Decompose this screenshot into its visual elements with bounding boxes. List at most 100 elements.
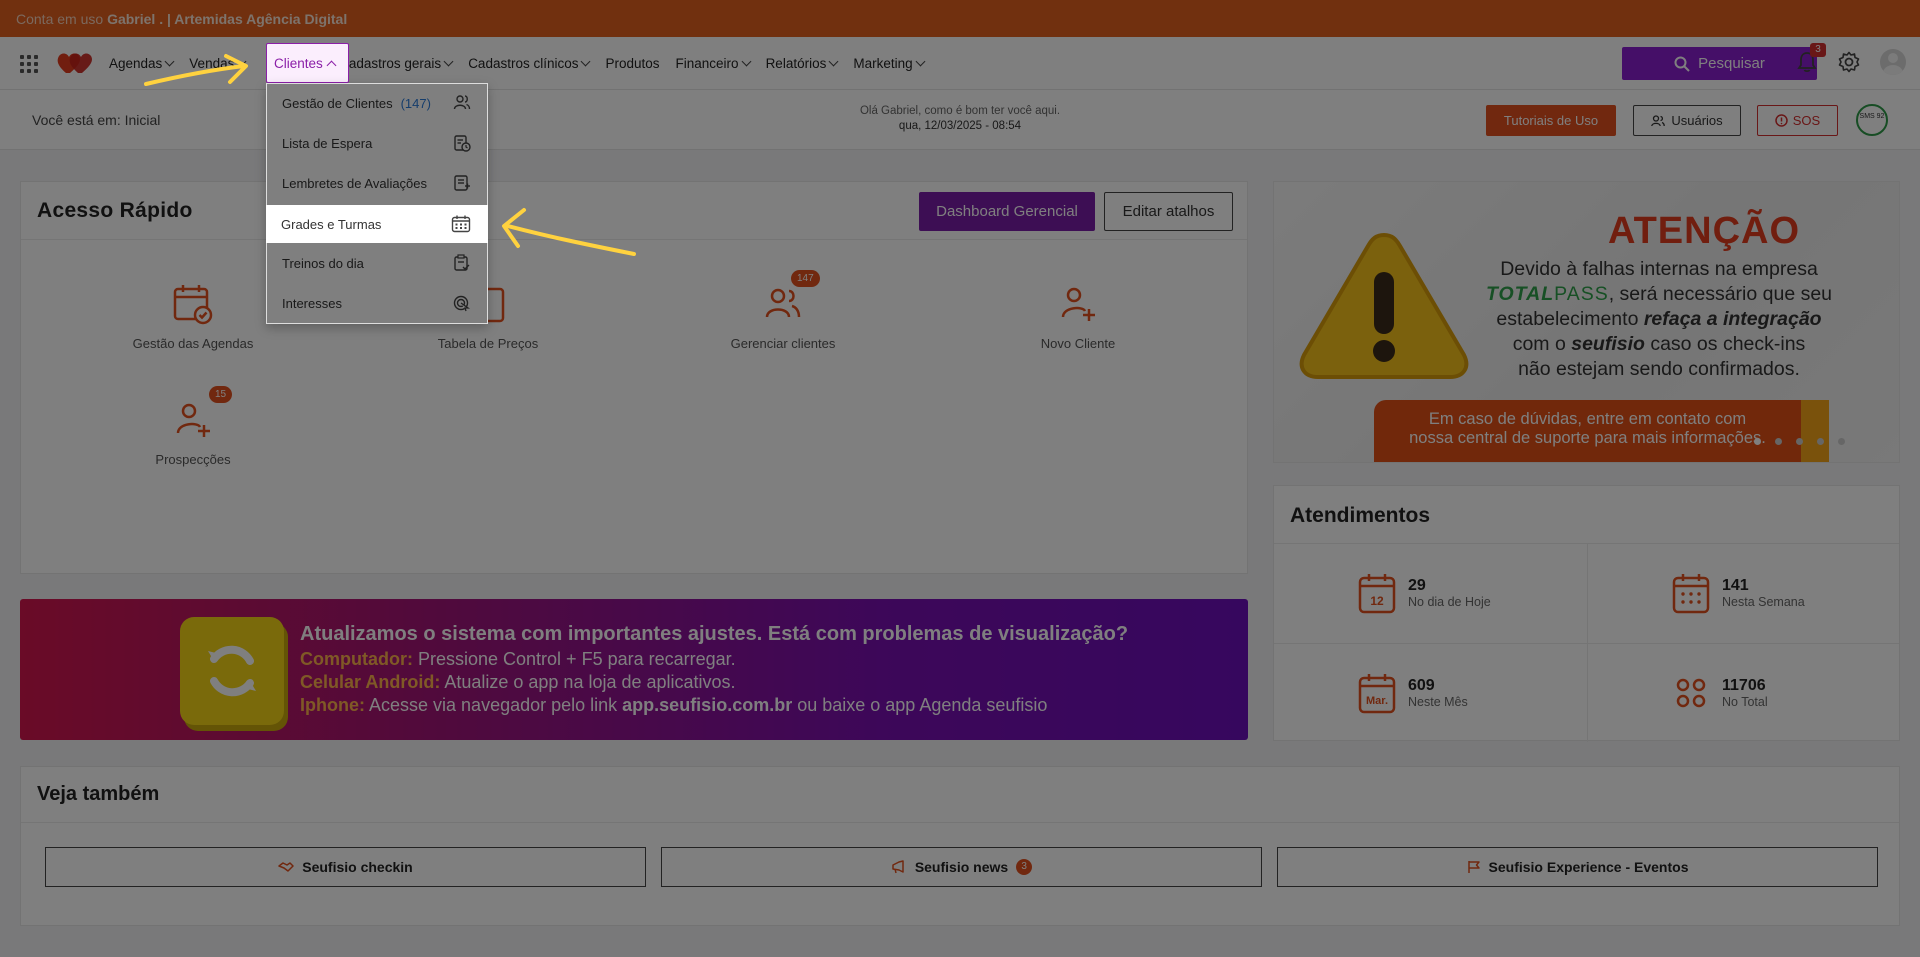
events-button[interactable]: Seufisio Experience - Eventos bbox=[1277, 847, 1878, 887]
shortcut-label: Gerenciar clientes bbox=[730, 336, 836, 351]
checkin-label: Seufisio checkin bbox=[302, 859, 413, 875]
account-prefix: Conta em uso bbox=[16, 10, 104, 27]
nav-item-cadastros-gerais[interactable]: Cadastros gerais bbox=[331, 44, 460, 84]
nav-item-cadastros-clinicos[interactable]: Cadastros clínicos bbox=[460, 44, 597, 84]
attention-title: ATENÇÃO bbox=[1607, 210, 1801, 252]
tutorials-button[interactable]: Tutoriais de Uso bbox=[1486, 105, 1616, 136]
nav-item-financeiro[interactable]: Financeiro bbox=[668, 44, 758, 84]
alert-circle-icon bbox=[1775, 114, 1788, 127]
chevron-down-icon bbox=[828, 56, 839, 67]
chevron-down-icon bbox=[443, 56, 454, 67]
news-label: Seufisio news bbox=[914, 859, 1009, 875]
edit-shortcuts-button[interactable]: Editar atalhos bbox=[1104, 192, 1233, 231]
chevron-down-icon bbox=[915, 56, 926, 67]
menu-item-grades-classes[interactable]: Grades e Turmas bbox=[266, 205, 488, 243]
carousel-dot[interactable] bbox=[1817, 438, 1824, 445]
stat-value: 141 bbox=[1722, 577, 1749, 594]
checkin-button[interactable]: Seufisio checkin bbox=[45, 847, 646, 887]
update-key: Computador: bbox=[300, 649, 413, 669]
divider bbox=[1274, 643, 1899, 644]
site-seal[interactable]: SMS 92 bbox=[1856, 104, 1888, 136]
nav-item-label: Financeiro bbox=[675, 56, 739, 71]
megaphone-icon bbox=[892, 860, 904, 874]
shortcut-prospects[interactable]: 15 Prospecções bbox=[83, 386, 303, 467]
nav-item-produtos[interactable]: Produtos bbox=[597, 44, 667, 84]
carousel-dot[interactable] bbox=[1754, 438, 1761, 445]
prospects-count-badge: 15 bbox=[209, 386, 233, 403]
attention-line-4: com o seufisio caso os check-ins bbox=[1434, 332, 1884, 357]
stat-month: Mar. 609 Neste Mês bbox=[1358, 672, 1468, 714]
current-datetime: qua, 12/03/2025 - 08:54 bbox=[898, 120, 1022, 132]
nav-item-label: Relatórios bbox=[765, 56, 827, 71]
apps-grid-icon[interactable] bbox=[20, 55, 38, 73]
calendar-month-text: Mar. bbox=[1366, 695, 1388, 707]
appointments-panel: Atendimentos 12 29 No dia de Hoje 141 Nest… bbox=[1273, 485, 1900, 742]
chevron-down-icon bbox=[741, 56, 752, 67]
attention-line: não estejam sendo confirmados. bbox=[1518, 358, 1800, 380]
update-key: Celular Android: bbox=[300, 672, 441, 692]
carousel-dot[interactable] bbox=[1775, 438, 1782, 445]
stat-value: 29 bbox=[1408, 577, 1426, 594]
shortcut-label: Prospecções bbox=[155, 452, 231, 467]
update-banner: Atualizamos o sistema com importantes aj… bbox=[20, 599, 1248, 740]
see-also-title: Veja também bbox=[37, 783, 160, 805]
update-text: ou baixe o app Agenda seufisio bbox=[792, 695, 1048, 715]
shortcut-manage-clients[interactable]: 147 Gerenciar clientes bbox=[673, 270, 893, 351]
search-label: Pesquisar bbox=[1698, 55, 1765, 72]
dashboard-button[interactable]: Dashboard Gerencial bbox=[919, 192, 1095, 231]
user-plus-icon bbox=[1061, 287, 1095, 321]
dropdown-dim bbox=[267, 84, 487, 323]
update-title: Atualizamos o sistema com importantes aj… bbox=[300, 623, 1129, 645]
brand-pass: PASS bbox=[1554, 283, 1609, 305]
see-also-panel: Veja também Seufisio checkin Seufisio ne… bbox=[20, 766, 1900, 926]
brand-logo[interactable] bbox=[56, 51, 92, 75]
update-text: Acesse via navegador pelo link bbox=[365, 695, 623, 715]
attention-banner[interactable]: ATENÇÃO Devido à falhas internas na empr… bbox=[1273, 181, 1900, 463]
news-button[interactable]: Seufisio news 3 bbox=[661, 847, 1262, 887]
update-link[interactable]: app.seufisio.com.br bbox=[622, 695, 792, 715]
stat-label: Neste Mês bbox=[1408, 695, 1468, 709]
stat-today: 12 29 No dia de Hoje bbox=[1358, 572, 1491, 614]
gear-icon[interactable] bbox=[1838, 51, 1860, 73]
stat-label: No Total bbox=[1722, 695, 1768, 709]
stat-value: 11706 bbox=[1722, 677, 1766, 694]
appointments-title: Atendimentos bbox=[1290, 504, 1431, 527]
news-badge: 3 bbox=[1016, 859, 1033, 875]
notification-badge: 3 bbox=[1810, 43, 1826, 57]
annotation-arrow-right bbox=[144, 54, 248, 86]
update-text: Pressione Control + F5 para recarregar. bbox=[412, 649, 736, 669]
shortcut-new-client[interactable]: Novo Cliente bbox=[968, 282, 1188, 351]
update-line-android: Celular Android: Atualize o app na loja … bbox=[300, 672, 736, 693]
carousel-dot[interactable] bbox=[1838, 438, 1845, 445]
nav-item-relatorios[interactable]: Relatórios bbox=[758, 44, 846, 84]
attention-text: com o bbox=[1512, 333, 1572, 355]
search-icon bbox=[1674, 56, 1690, 72]
flag-icon bbox=[1467, 861, 1480, 873]
clients-count-badge: 147 bbox=[791, 270, 820, 287]
menu-item-label: Grades e Turmas bbox=[281, 216, 382, 232]
attention-body: Devido à falhas internas na empresa TOTA… bbox=[1434, 257, 1884, 382]
user-avatar[interactable] bbox=[1880, 49, 1906, 75]
update-line-desktop: Computador: Pressione Control + F5 para … bbox=[300, 649, 736, 670]
nav-item-label: Marketing bbox=[853, 56, 913, 71]
carousel-dots[interactable] bbox=[1754, 438, 1845, 445]
nav-item-label: Produtos bbox=[605, 56, 660, 71]
nav-item-label: Cadastros gerais bbox=[339, 56, 442, 71]
brand-total: TOTAL bbox=[1485, 283, 1555, 305]
attention-footer: Em caso de dúvidas, entre em contato com… bbox=[1374, 400, 1829, 462]
sos-button[interactable]: SOS bbox=[1757, 105, 1838, 136]
nav-item-marketing[interactable]: Marketing bbox=[845, 44, 931, 84]
search-button[interactable]: Pesquisar bbox=[1622, 47, 1817, 80]
stat-value: 609 bbox=[1408, 677, 1435, 694]
carousel-dot[interactable] bbox=[1796, 438, 1803, 445]
user-plus-icon bbox=[176, 403, 210, 437]
nav-item-label: Cadastros clínicos bbox=[468, 56, 579, 71]
update-line-iphone: Iphone: Acesse via navegador pelo link a… bbox=[300, 695, 1047, 716]
greeting-text: Olá Gabriel, como é bom ter você aqui. bbox=[859, 105, 1061, 117]
users-button[interactable]: Usuários bbox=[1633, 105, 1741, 136]
update-text: Atualize o app na loja de aplicativos. bbox=[440, 672, 736, 692]
sos-label: SOS bbox=[1792, 113, 1821, 128]
attention-line-2: TOTALPASS, será necessário que seu bbox=[1434, 282, 1884, 307]
account-bar: Conta em uso Gabriel . | Artemidas Agênc… bbox=[0, 0, 1920, 37]
nav-clients-tab-active[interactable]: Clientes bbox=[266, 43, 349, 83]
